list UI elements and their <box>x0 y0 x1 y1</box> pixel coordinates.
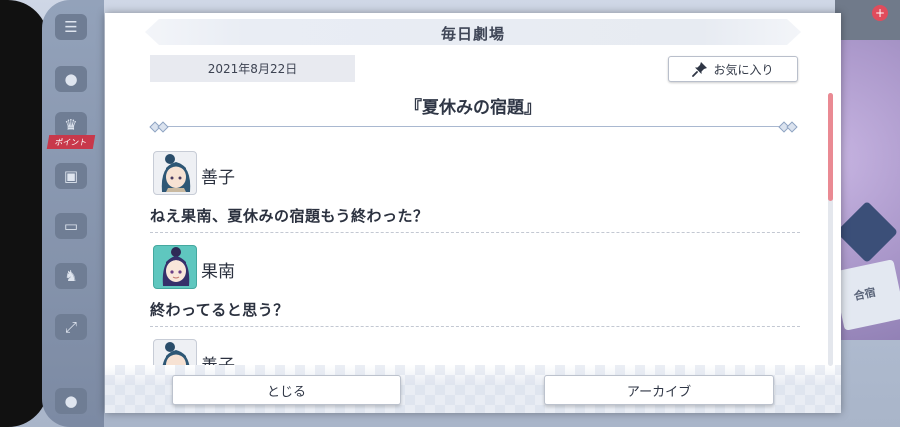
speaker-name: 善子 <box>201 351 235 365</box>
close-button[interactable]: とじる <box>172 375 401 405</box>
message-text: 終わってると思う？ <box>150 301 289 319</box>
message-text: ねえ果南、夏休みの宿題もう終わった？ <box>150 207 429 225</box>
message-divider <box>150 326 800 327</box>
daily-theater-dialog: 毎日劇場 2021年8月22日 お気に入り 『夏休みの宿題』 善子 ねえ果南、夏… <box>105 13 841 413</box>
scrollbar[interactable] <box>828 93 833 366</box>
right-card-label: 合宿 <box>852 285 877 304</box>
dialog-footer: とじる アーカイブ <box>105 365 841 413</box>
archive-button[interactable]: アーカイブ <box>544 375 774 405</box>
scrollbar-thumb[interactable] <box>828 93 833 201</box>
dialogue-list[interactable]: 善子 ねえ果南、夏休みの宿題もう終わった？ 果南 終わってると思う？ <box>145 143 805 365</box>
monitor-icon[interactable]: ▭ <box>55 213 87 239</box>
yoshiko-avatar <box>153 151 197 195</box>
device-edge <box>0 0 48 427</box>
pin-icon <box>692 62 708 77</box>
story-title: 『夏休みの宿題』 <box>405 98 541 118</box>
dialog-title: 毎日劇場 <box>440 25 505 43</box>
favorite-label: お気に入り <box>713 62 774 77</box>
profile-icon[interactable]: ● <box>55 388 87 414</box>
kanan-avatar <box>153 245 197 289</box>
story-date: 2021年8月22日 <box>150 55 355 82</box>
mascot-icon[interactable]: ♞ <box>55 263 87 289</box>
speaker-name: 善子 <box>201 168 235 188</box>
title-divider <box>149 121 798 133</box>
message-divider <box>150 232 800 233</box>
right-card[interactable]: 合宿 <box>832 259 900 331</box>
speaker-name: 果南 <box>201 262 235 282</box>
menu-icon[interactable]: ☰ <box>55 14 87 40</box>
expand-icon[interactable]: ⤢ <box>55 314 87 340</box>
side-badge: ポイント <box>46 135 96 149</box>
top-right-panel <box>835 0 900 40</box>
favorite-button[interactable]: お気に入り <box>668 56 798 82</box>
gift-icon[interactable]: ▣ <box>55 163 87 189</box>
chat-icon[interactable]: ● <box>55 66 87 92</box>
plus-icon[interactable]: + <box>872 5 888 21</box>
dialog-header: 毎日劇場 <box>145 19 801 45</box>
yoshiko-avatar <box>153 339 197 365</box>
